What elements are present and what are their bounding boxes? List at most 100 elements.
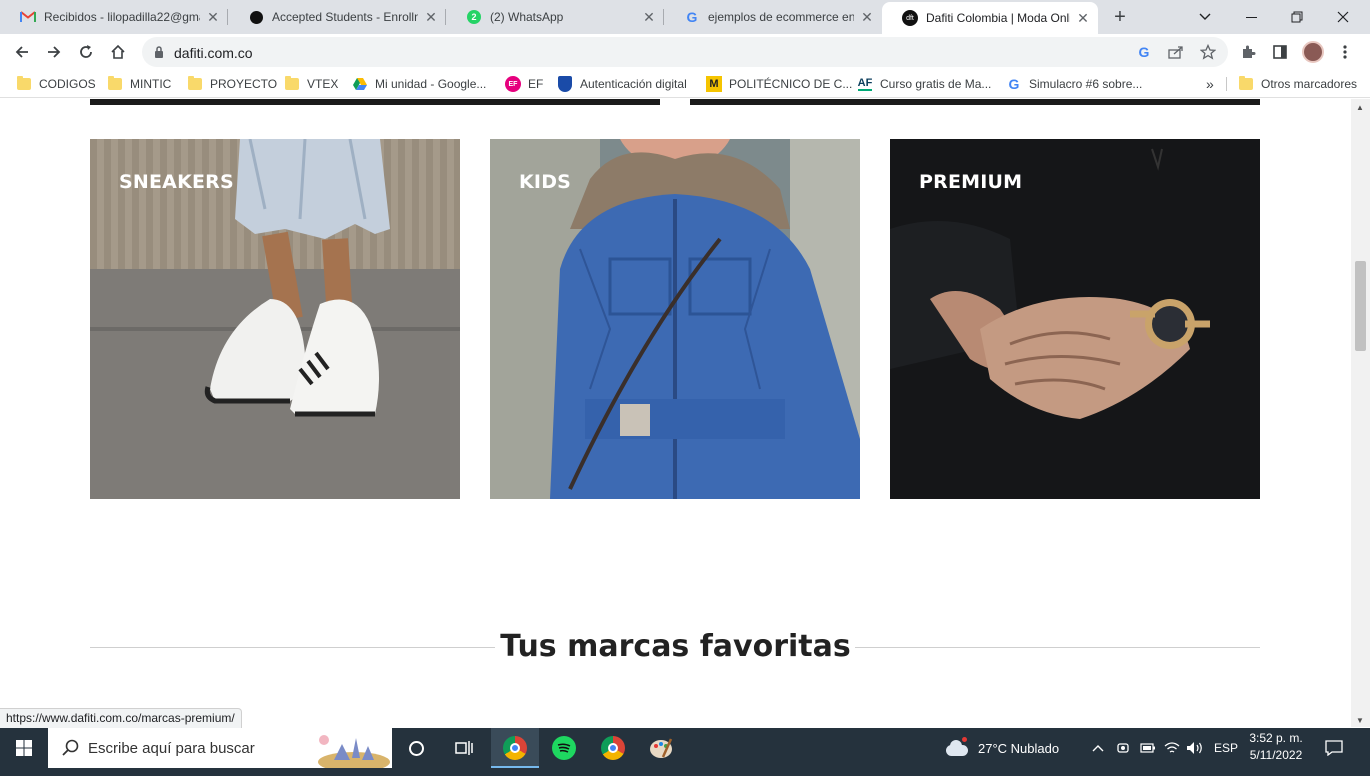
bookmark-label: PROYECTO (210, 77, 278, 91)
address-bar[interactable]: dafiti.com.co G (142, 37, 1228, 67)
bookmark-simulacro[interactable]: G Simulacro #6 sobre... (1006, 75, 1143, 93)
tab-gmail[interactable]: Recibidos - lilopadilla22@gmail.com ✕ (0, 0, 228, 34)
chrome-profile-taskbar-icon[interactable] (589, 728, 637, 768)
category-label: SNEAKERS (119, 171, 234, 193)
volume-icon[interactable] (1186, 728, 1204, 768)
bookmark-label: Mi unidad - Google... (375, 77, 487, 91)
task-view-icon[interactable] (440, 728, 488, 768)
menu-icon[interactable] (1331, 38, 1359, 66)
scroll-down-icon[interactable]: ▼ (1356, 716, 1364, 725)
bookmarks-overflow-button[interactable]: » (1206, 75, 1214, 93)
page-viewport: SNEAKERS KIDS PREMIUM Tus marcas favorit… (0, 99, 1351, 727)
weather-widget[interactable]: 27°C Nublado (944, 728, 1059, 768)
bookmark-label: Otros marcadores (1261, 77, 1358, 91)
category-card-kids[interactable]: KIDS (490, 139, 860, 499)
category-card-sneakers[interactable]: SNEAKERS (90, 139, 460, 499)
paint-icon[interactable] (637, 728, 685, 768)
google-icon: G (1008, 76, 1020, 92)
tab-google-search[interactable]: G ejemplos de ecommerce en colombia ✕ (664, 0, 882, 34)
bookmark-ef[interactable]: EF EF (505, 75, 543, 93)
premium-photo (890, 139, 1260, 499)
system-clock[interactable]: 3:52 p. m. 5/11/2022 (1243, 730, 1309, 764)
category-card-premium[interactable]: PREMIUM (890, 139, 1260, 499)
google-icon: G (686, 9, 698, 25)
taskbar-search-box[interactable]: Escribe aquí para buscar (48, 728, 392, 772)
page-scrollbar[interactable]: ▲ ▼ (1351, 99, 1370, 727)
lock-icon[interactable] (154, 46, 164, 61)
tab-accepted-students[interactable]: Accepted Students - Enrollment ✕ (228, 0, 446, 34)
extensions-icon[interactable] (1234, 38, 1262, 66)
meet-now-icon[interactable] (1116, 728, 1130, 768)
spotify-icon[interactable] (540, 728, 588, 768)
bookmark-politecnico[interactable]: M POLITÉCNICO DE C... (706, 75, 852, 93)
tab-search-icon[interactable] (1182, 0, 1228, 34)
chrome-taskbar-icon[interactable] (491, 728, 539, 768)
sneakers-photo (90, 139, 460, 499)
google-translate-icon[interactable]: G (1134, 42, 1154, 62)
show-hidden-icons-icon[interactable] (1092, 728, 1104, 768)
bookmark-vtex[interactable]: VTEX (284, 75, 338, 93)
folder-icon (187, 76, 203, 92)
restore-icon[interactable] (1274, 0, 1320, 34)
bookmarks-bar: CODIGOS MINTIC PROYECTO VTEX Mi unidad -… (0, 70, 1370, 98)
bookmark-codigos[interactable]: CODIGOS (16, 75, 96, 93)
tab-title: Recibidos - lilopadilla22@gmail.com (44, 10, 200, 24)
notifications-icon[interactable] (1325, 728, 1343, 768)
status-link-preview: https://www.dafiti.com.co/marcas-premium… (0, 708, 242, 729)
close-tab-icon[interactable]: ✕ (206, 10, 220, 24)
bookmark-label: MINTIC (130, 77, 172, 91)
search-icon (62, 739, 80, 760)
banner-bottom-edge (90, 99, 660, 105)
bookmark-autenticacion[interactable]: Autenticación digital (557, 75, 687, 93)
af-icon: AF (857, 77, 873, 91)
ef-icon: EF (505, 76, 521, 92)
reload-icon[interactable] (72, 38, 100, 66)
section-divider-right (855, 647, 1260, 648)
close-tab-icon[interactable]: ✕ (424, 10, 438, 24)
tab-title: Accepted Students - Enrollment (272, 10, 418, 24)
cortana-icon[interactable] (392, 728, 440, 768)
home-icon[interactable] (104, 38, 132, 66)
forward-icon[interactable] (40, 38, 68, 66)
category-label: PREMIUM (919, 171, 1023, 193)
share-icon[interactable] (1166, 42, 1186, 62)
side-panel-icon[interactable] (1266, 38, 1294, 66)
kids-photo (490, 139, 860, 499)
new-tab-icon[interactable]: + (1109, 6, 1131, 28)
bookmark-star-icon[interactable] (1198, 42, 1218, 62)
tab-title: Dafiti Colombia | Moda Online (926, 11, 1070, 25)
other-bookmarks[interactable]: Otros marcadores (1238, 75, 1357, 93)
bookmark-proyecto[interactable]: PROYECTO (187, 75, 277, 93)
tab-title: ejemplos de ecommerce en colombia (708, 10, 854, 24)
close-window-icon[interactable] (1320, 0, 1366, 34)
scroll-up-icon[interactable]: ▲ (1356, 103, 1364, 112)
profile-avatar[interactable] (1299, 38, 1327, 66)
bookmark-curso-gratis[interactable]: AF Curso gratis de Ma... (857, 75, 991, 93)
close-tab-icon[interactable]: ✕ (1076, 11, 1090, 25)
bookmark-label: CODIGOS (39, 77, 96, 91)
windows-start-icon[interactable] (0, 728, 48, 768)
bookmark-mintic[interactable]: MINTIC (107, 75, 171, 93)
tab-dafiti[interactable]: dft Dafiti Colombia | Moda Online ✕ (882, 2, 1098, 34)
battery-icon[interactable] (1140, 728, 1156, 768)
bookmark-google-drive[interactable]: Mi unidad - Google... (352, 75, 486, 93)
folder-icon (284, 76, 300, 92)
tab-title: (2) WhatsApp (490, 10, 564, 24)
url-text[interactable]: dafiti.com.co (174, 45, 253, 61)
close-tab-icon[interactable]: ✕ (642, 10, 656, 24)
shield-icon (557, 76, 573, 92)
bookmark-label: VTEX (307, 77, 339, 91)
language-indicator[interactable]: ESP (1214, 728, 1238, 768)
cloud-icon (944, 737, 970, 757)
tab-whatsapp[interactable]: 2 (2) WhatsApp ✕ (446, 0, 664, 34)
bookmark-label: POLITÉCNICO DE C... (729, 77, 853, 91)
dot-icon (248, 9, 264, 25)
close-tab-icon[interactable]: ✕ (860, 10, 874, 24)
gmail-icon (20, 9, 36, 25)
wifi-icon[interactable] (1164, 728, 1180, 768)
minimize-icon[interactable] (1228, 0, 1274, 34)
scrollbar-thumb[interactable] (1355, 261, 1366, 351)
back-icon[interactable] (8, 38, 36, 66)
browser-toolbar: dafiti.com.co G (0, 34, 1370, 70)
whatsapp-icon: 2 (466, 9, 482, 25)
